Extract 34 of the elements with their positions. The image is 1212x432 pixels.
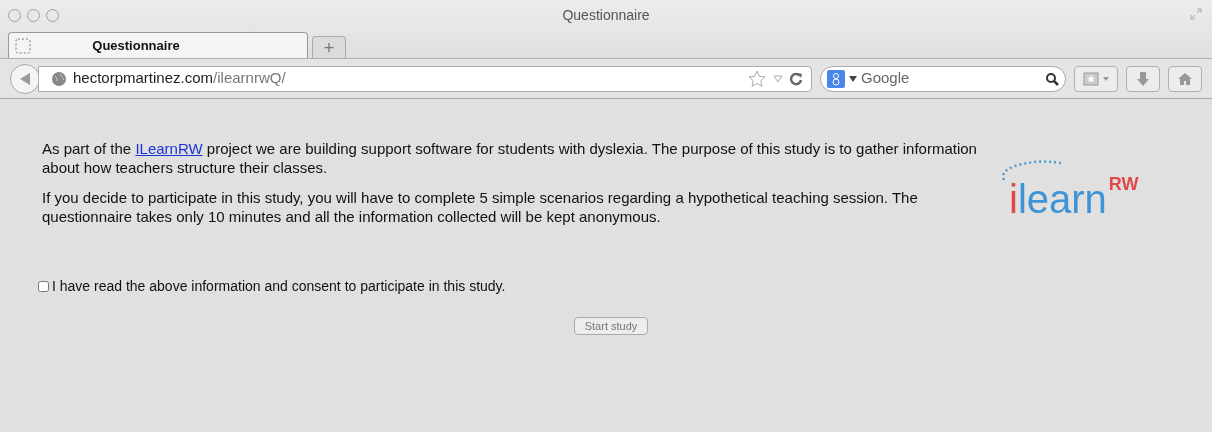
reload-icon[interactable] (789, 71, 803, 86)
globe-icon (51, 70, 67, 87)
fullscreen-icon[interactable] (1190, 8, 1202, 20)
search-field[interactable]: Google (820, 65, 1066, 92)
caret-icon (1103, 76, 1109, 81)
consent-label: I have read the above information and consent to participate in this study. (52, 277, 506, 296)
address-field[interactable]: hectorpmartinez.com/ilearnrwQ/ (38, 65, 812, 92)
minimize-button[interactable] (27, 8, 40, 22)
search-input[interactable]: Google (861, 67, 1041, 90)
star-icon[interactable] (747, 68, 767, 89)
download-button[interactable] (1126, 65, 1160, 92)
download-arrow-icon (1136, 70, 1150, 87)
page-icon (15, 37, 31, 54)
home-icon (1177, 71, 1193, 86)
intro-paragraph: As part of the ILearnRW project we are building support software for students with dyslexia. The purpose of this study is to gather information about how teachers structure their classes. (42, 139, 978, 177)
logo-superscript: RW (1108, 175, 1139, 193)
dropdown-icon[interactable] (773, 74, 783, 83)
search-icon[interactable] (1045, 71, 1059, 86)
study-paragraph: If you decide to participate in this study, you will have to complete 5 simple scenarios regarding a hypothetical teaching session. The questionnaire takes only 10 minutes and all the information collected will be kept anonymous. (42, 188, 919, 226)
project-link[interactable]: ILearnRW (135, 140, 203, 157)
consent-checkbox[interactable] (38, 281, 49, 292)
window-title: Questionnaire (562, 5, 650, 25)
bookmarks-button[interactable] (1074, 65, 1118, 92)
dotted-arc-icon (1001, 159, 1063, 181)
back-button[interactable] (10, 63, 40, 94)
new-tab-button[interactable]: + (312, 36, 346, 58)
url-text: hectorpmartinez.com/ilearnrwQ/ (73, 69, 286, 87)
logo-text: ilearn (1009, 182, 1107, 216)
home-button[interactable] (1168, 65, 1202, 92)
back-arrow-icon (19, 71, 31, 86)
browser-tab[interactable]: Questionnaire (8, 32, 308, 58)
caret-icon[interactable] (849, 75, 857, 82)
close-button[interactable] (8, 8, 21, 22)
zoom-button[interactable] (46, 8, 59, 22)
